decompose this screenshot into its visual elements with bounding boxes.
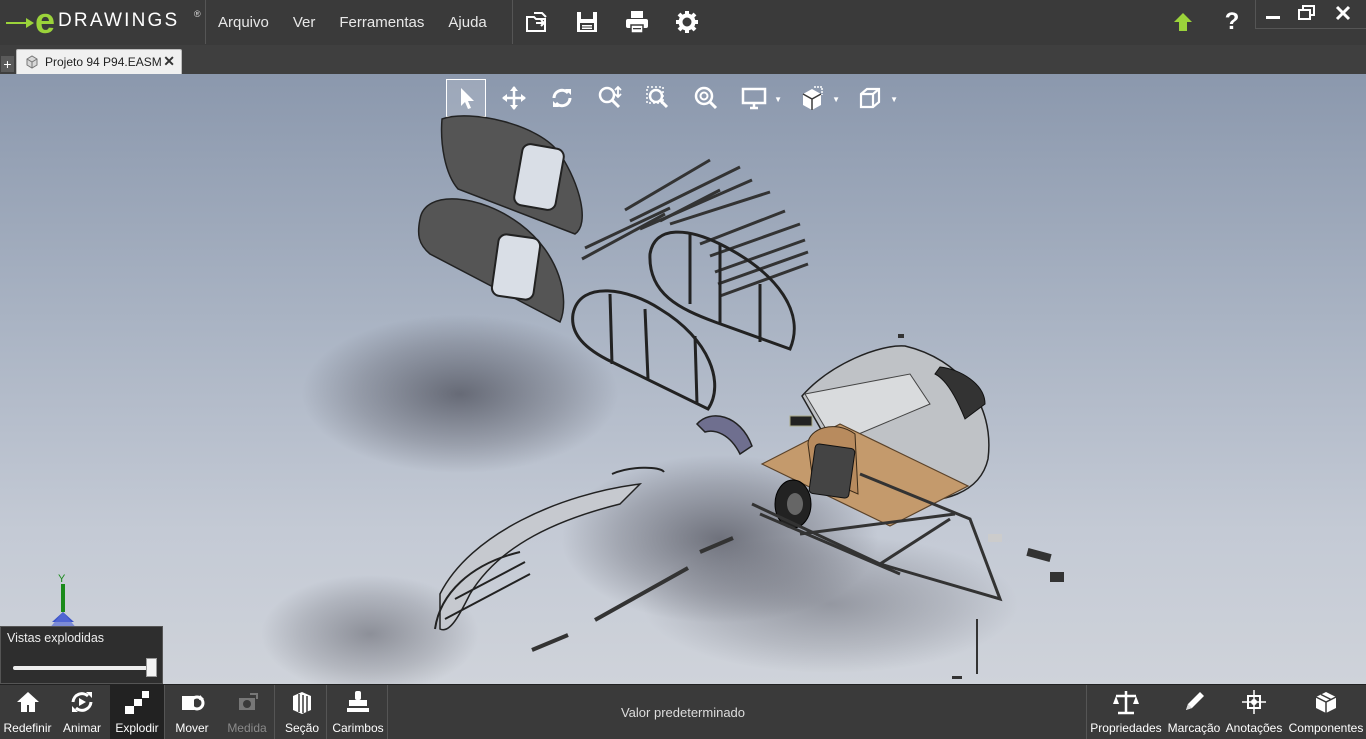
fender (695, 415, 753, 456)
settings-icon (676, 11, 698, 33)
window-controls (1255, 0, 1366, 29)
print-icon (626, 11, 648, 34)
components-label: Componentes (1288, 721, 1364, 735)
save-button[interactable] (570, 6, 604, 38)
annotation-icon (1242, 690, 1266, 714)
animate-label: Animar (62, 721, 101, 735)
section-icon (293, 692, 311, 714)
logo-mark: e (35, 0, 56, 41)
help-icon: ? (1224, 8, 1240, 35)
bottom-toolbar: Redefinir Animar Explodir Mover Medida S… (0, 684, 1366, 739)
axis-triad: Y (40, 572, 90, 632)
restore-icon (1298, 5, 1315, 20)
exploded-views-panel: Vistas explodidas (0, 626, 163, 684)
section-button[interactable]: Seção (282, 685, 322, 739)
markup-label: Marcação (1167, 721, 1221, 735)
animate-button[interactable]: Animar (59, 685, 105, 739)
properties-button[interactable]: Propriedades (1090, 685, 1162, 739)
menu-ver[interactable]: Ver (281, 0, 328, 44)
close-window-button[interactable] (1328, 2, 1358, 24)
explode-slider-track[interactable] (13, 666, 151, 670)
section-label: Seção (284, 721, 320, 735)
rear-hatch (439, 482, 643, 631)
reset-label: Redefinir (3, 721, 52, 735)
stamps-button[interactable]: Carimbos (331, 685, 385, 739)
properties-label: Propriedades (1090, 721, 1162, 735)
logo-text: DRAWINGS (58, 10, 180, 31)
explode-button[interactable]: Explodir (110, 685, 164, 739)
save-icon (577, 12, 597, 32)
restore-button[interactable] (1292, 2, 1322, 24)
measure-icon (239, 693, 258, 710)
settings-button[interactable] (670, 6, 704, 38)
menu-ferramentas[interactable]: Ferramentas (327, 0, 436, 44)
annotations-button[interactable]: Anotações (1224, 685, 1284, 739)
main-menu: Arquivo Ver Ferramentas Ajuda (206, 0, 499, 44)
annotations-label: Anotações (1225, 721, 1283, 735)
move-button[interactable]: Mover (170, 685, 214, 739)
tab-close-icon[interactable]: ✕ (163, 53, 175, 70)
components-icon (1315, 692, 1337, 713)
reset-button[interactable]: Redefinir (3, 685, 52, 739)
open-button[interactable] (520, 6, 554, 38)
new-tab-button[interactable]: + (1, 56, 14, 72)
animate-icon (71, 692, 93, 712)
title-bar: e DRAWINGS ® Arquivo Ver Ferramentas Aju… (0, 0, 1366, 46)
components-button[interactable]: Componentes (1288, 685, 1364, 739)
home-icon (16, 692, 39, 712)
menu-arquivo[interactable]: Arquivo (206, 0, 281, 44)
close-icon (1335, 5, 1351, 21)
explode-icon (125, 691, 149, 714)
3d-model[interactable] (0, 74, 1366, 684)
exploded-views-title: Vistas explodidas (7, 631, 105, 645)
scale-icon (1113, 691, 1139, 715)
pencil-icon (1186, 692, 1204, 710)
minimize-button[interactable] (1258, 2, 1288, 24)
edrawings-logo: e DRAWINGS ® (6, 1, 201, 41)
move-label: Mover (175, 721, 209, 735)
assembly-icon (26, 55, 38, 69)
minimize-icon (1266, 16, 1280, 19)
stamps-label: Carimbos (332, 721, 384, 735)
markup-button[interactable]: Marcação (1166, 685, 1222, 739)
axis-y-label: Y (58, 573, 66, 585)
update-icon (1174, 13, 1192, 31)
explode-slider-thumb[interactable] (145, 658, 157, 677)
document-tab-bar: + Projeto 94 P94.EASM ✕ (0, 45, 1366, 75)
move-icon (182, 695, 205, 711)
update-button[interactable] (1166, 6, 1200, 38)
explode-label: Explodir (115, 721, 159, 735)
measure-label: Medida (227, 721, 267, 735)
help-button[interactable]: ? (1215, 6, 1249, 38)
measure-button[interactable]: Medida (223, 685, 271, 739)
menu-ajuda[interactable]: Ajuda (436, 0, 498, 44)
document-tab-label: Projeto 94 P94.EASM (45, 55, 162, 69)
3d-viewport[interactable]: ▼ ▼ ▼ Y (0, 74, 1366, 684)
print-button[interactable] (620, 6, 654, 38)
document-tab[interactable]: Projeto 94 P94.EASM ✕ (16, 49, 182, 75)
open-icon (526, 12, 547, 32)
stamp-icon (347, 691, 369, 712)
